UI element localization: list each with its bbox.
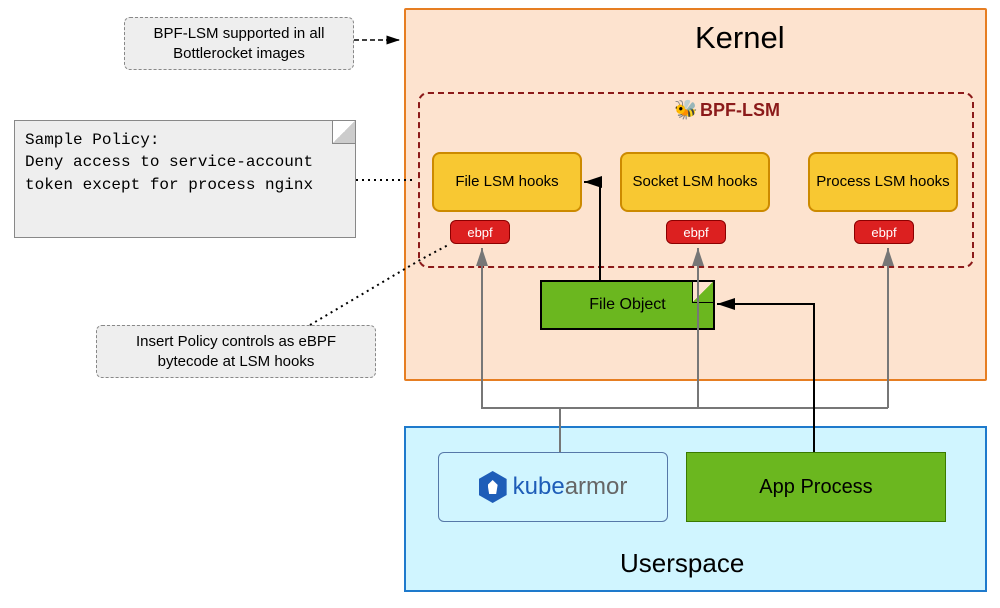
userspace-title: Userspace — [620, 548, 744, 579]
process-lsm-hooks: Process LSM hooks — [808, 152, 958, 212]
ebpf-badge-process: ebpf — [854, 220, 914, 244]
app-process-label: App Process — [759, 476, 872, 499]
file-lsm-hooks: File LSM hooks — [432, 152, 582, 212]
file-object-label: File Object — [589, 296, 665, 314]
file-object: File Object — [540, 280, 715, 330]
ebpf-badge-socket: ebpf — [666, 220, 726, 244]
app-process-box: App Process — [686, 452, 946, 522]
ebpf-badge-file: ebpf — [450, 220, 510, 244]
kubearmor-box: kubearmor — [438, 452, 668, 522]
bee-icon: 🐝 — [674, 98, 698, 122]
kernel-title: Kernel — [695, 20, 785, 56]
note-bpflsm-support: BPF-LSM supported in all Bottlerocket im… — [124, 17, 354, 70]
note-insert-policy: Insert Policy controls as eBPF bytecode … — [96, 325, 376, 378]
kubearmor-logo: kubearmor — [479, 471, 628, 503]
socket-lsm-hooks: Socket LSM hooks — [620, 152, 770, 212]
bpflsm-label: BPF-LSM — [700, 100, 780, 121]
kubearmor-text: kubearmor — [513, 473, 628, 501]
kubearmor-shield-icon — [479, 471, 507, 503]
note-sample-policy: Sample Policy: Deny access to service-ac… — [14, 120, 356, 238]
